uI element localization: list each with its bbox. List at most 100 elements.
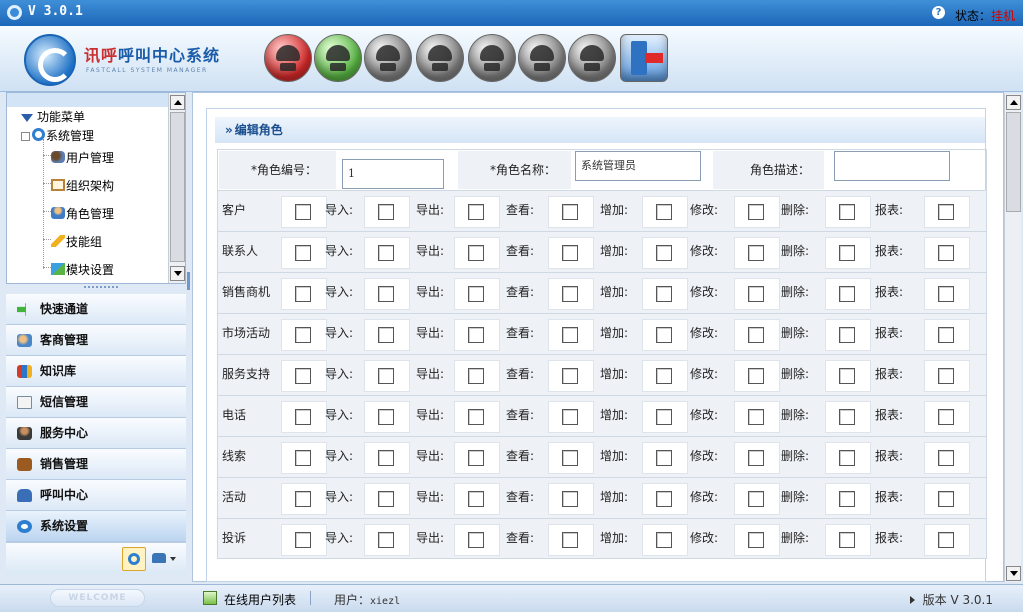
permission-checkbox[interactable] <box>378 286 394 302</box>
permission-checkbox[interactable] <box>748 532 764 548</box>
permission-checkbox[interactable] <box>378 491 394 507</box>
permission-checkbox[interactable] <box>562 450 578 466</box>
permission-checkbox[interactable] <box>378 245 394 261</box>
permission-checkbox[interactable] <box>839 491 855 507</box>
permission-checkbox[interactable] <box>839 532 855 548</box>
permission-checkbox[interactable] <box>562 368 578 384</box>
permission-checkbox[interactable] <box>378 327 394 343</box>
mute-icon[interactable] <box>518 34 566 82</box>
module-checkbox[interactable] <box>295 286 311 302</box>
permission-checkbox[interactable] <box>562 286 578 302</box>
answer-phone-icon[interactable] <box>314 34 362 82</box>
permission-checkbox[interactable] <box>656 204 672 220</box>
permission-checkbox[interactable] <box>748 204 764 220</box>
nav-item-callcenter[interactable]: 呼叫中心 <box>6 480 186 511</box>
permission-checkbox[interactable] <box>938 327 954 343</box>
scroll-up-button[interactable] <box>170 95 185 110</box>
permission-checkbox[interactable] <box>562 245 578 261</box>
permission-checkbox[interactable] <box>938 491 954 507</box>
hangup-phone-icon[interactable] <box>264 34 312 82</box>
permission-checkbox[interactable] <box>938 368 954 384</box>
module-checkbox[interactable] <box>295 245 311 261</box>
transfer-icon[interactable] <box>468 34 516 82</box>
permission-checkbox[interactable] <box>748 286 764 302</box>
module-checkbox[interactable] <box>295 532 311 548</box>
permission-checkbox[interactable] <box>839 327 855 343</box>
permission-checkbox[interactable] <box>468 368 484 384</box>
help-icon[interactable]: ? <box>932 6 945 19</box>
module-checkbox[interactable] <box>295 204 311 220</box>
permission-checkbox[interactable] <box>378 368 394 384</box>
permission-checkbox[interactable] <box>468 450 484 466</box>
nav-item-service[interactable]: 服务中心 <box>6 418 186 449</box>
module-checkbox[interactable] <box>295 368 311 384</box>
module-checkbox[interactable] <box>295 450 311 466</box>
permission-checkbox[interactable] <box>938 409 954 425</box>
permission-checkbox[interactable] <box>656 327 672 343</box>
tree-group-system[interactable]: 系统管理 <box>21 127 94 144</box>
permission-checkbox[interactable] <box>839 204 855 220</box>
tree-scrollbar[interactable] <box>168 93 185 283</box>
permission-checkbox[interactable] <box>656 450 672 466</box>
nav-item-customers[interactable]: 客商管理 <box>6 325 186 356</box>
status-value[interactable]: 挂机 <box>991 9 1015 23</box>
permission-checkbox[interactable] <box>839 245 855 261</box>
permission-checkbox[interactable] <box>378 450 394 466</box>
nav-item-knowledge[interactable]: 知识库 <box>6 356 186 387</box>
module-checkbox[interactable] <box>295 327 311 343</box>
permission-checkbox[interactable] <box>468 491 484 507</box>
permission-checkbox[interactable] <box>938 204 954 220</box>
permission-checkbox[interactable] <box>656 368 672 384</box>
phone-icon[interactable] <box>364 34 412 82</box>
permission-checkbox[interactable] <box>656 286 672 302</box>
tree-item-users[interactable]: 用户管理 <box>51 149 114 166</box>
permission-checkbox[interactable] <box>562 327 578 343</box>
permission-checkbox[interactable] <box>562 532 578 548</box>
tree-item-roles[interactable]: 角色管理 <box>51 205 114 222</box>
permission-checkbox[interactable] <box>656 532 672 548</box>
permission-checkbox[interactable] <box>656 491 672 507</box>
permission-checkbox[interactable] <box>562 204 578 220</box>
permission-checkbox[interactable] <box>748 327 764 343</box>
role-desc-input[interactable] <box>834 151 950 181</box>
permission-checkbox[interactable] <box>938 450 954 466</box>
online-users-icon[interactable] <box>203 591 217 605</box>
permission-checkbox[interactable] <box>748 409 764 425</box>
nav-item-sales[interactable]: 销售管理 <box>6 449 186 480</box>
scroll-thumb[interactable] <box>1006 112 1021 212</box>
permission-checkbox[interactable] <box>839 368 855 384</box>
role-name-input[interactable]: 系统管理员 <box>575 151 701 181</box>
role-id-input[interactable]: 1 <box>342 159 444 189</box>
module-checkbox[interactable] <box>295 409 311 425</box>
permission-checkbox[interactable] <box>468 327 484 343</box>
permission-checkbox[interactable] <box>378 409 394 425</box>
scroll-up-button[interactable] <box>1006 95 1021 110</box>
permission-checkbox[interactable] <box>378 532 394 548</box>
nav-item-system-settings[interactable]: 系统设置 <box>6 511 186 542</box>
permission-checkbox[interactable] <box>468 245 484 261</box>
settings-gear-icon[interactable] <box>122 547 146 571</box>
permission-checkbox[interactable] <box>748 450 764 466</box>
tree-item-skill[interactable]: 技能组 <box>51 233 102 250</box>
tree-root[interactable]: 功能菜单 <box>21 108 85 125</box>
permission-checkbox[interactable] <box>839 409 855 425</box>
permission-checkbox[interactable] <box>468 204 484 220</box>
hold-icon[interactable] <box>568 34 616 82</box>
module-checkbox[interactable] <box>295 491 311 507</box>
permission-checkbox[interactable] <box>839 450 855 466</box>
nav-grip[interactable] <box>84 286 118 290</box>
permission-checkbox[interactable] <box>839 286 855 302</box>
permission-checkbox[interactable] <box>562 409 578 425</box>
scroll-down-button[interactable] <box>1006 566 1021 581</box>
permission-checkbox[interactable] <box>468 286 484 302</box>
permission-checkbox[interactable] <box>468 409 484 425</box>
permission-checkbox[interactable] <box>378 204 394 220</box>
online-users-link[interactable]: 在线用户列表 <box>224 591 296 608</box>
permission-checkbox[interactable] <box>562 491 578 507</box>
tree-item-org[interactable]: 组织架构 <box>51 177 114 194</box>
permission-checkbox[interactable] <box>938 245 954 261</box>
permission-checkbox[interactable] <box>656 409 672 425</box>
scroll-thumb[interactable] <box>170 112 185 262</box>
tree-item-modules[interactable]: 模块设置 <box>51 261 114 278</box>
nav-item-sms[interactable]: 短信管理 <box>6 387 186 418</box>
